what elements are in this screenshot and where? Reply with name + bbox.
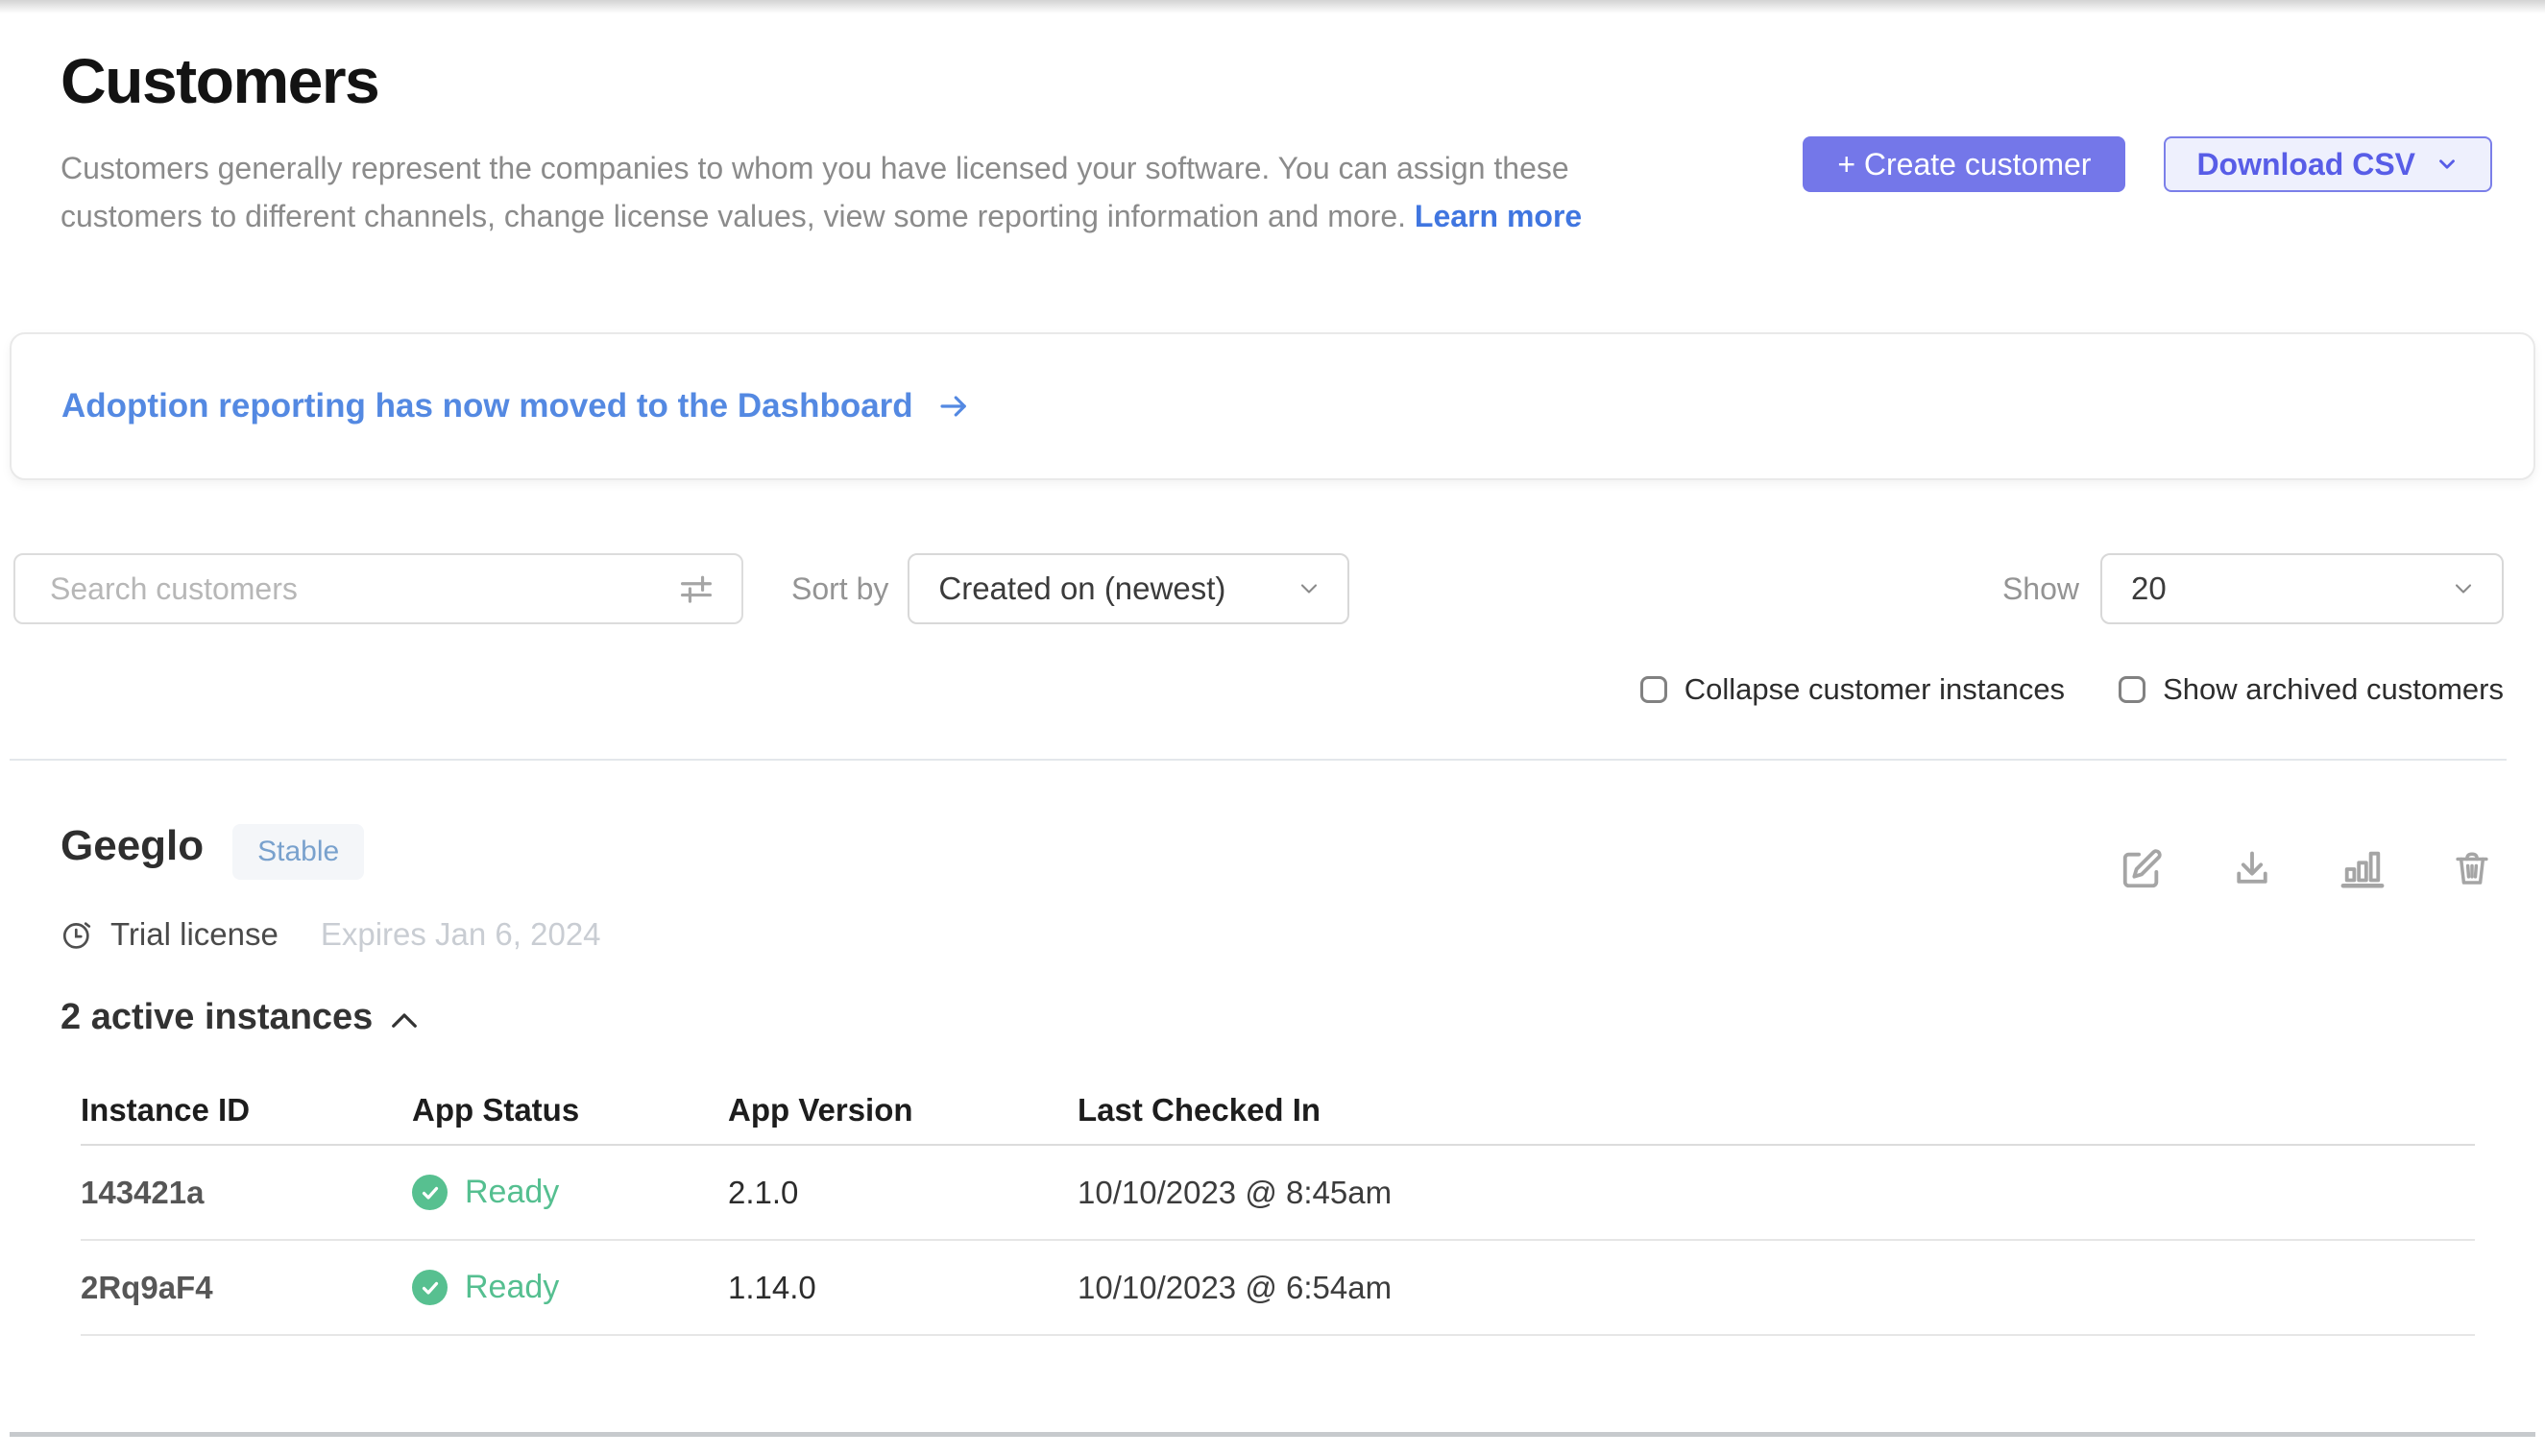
app-version-cell: 1.14.0 — [728, 1270, 1078, 1306]
table-row: 2Rq9aF4 Ready 1.14.0 10/10/2023 @ 6:54am — [81, 1241, 2475, 1336]
filter-toolbar: Sort by Created on (newest) Show 20 — [13, 553, 2504, 624]
instance-id-cell: 143421a — [81, 1175, 412, 1211]
download-csv-label: Download CSV — [2196, 147, 2415, 182]
customer-header: Geeglo Stable — [61, 822, 2492, 891]
download-icon — [2231, 879, 2273, 893]
license-expiry: Expires Jan 6, 2024 — [321, 916, 601, 953]
sort-select[interactable]: Created on (newest) — [908, 553, 1349, 624]
arrow-right-icon — [936, 389, 971, 424]
collapse-instances-checkbox[interactable] — [1640, 676, 1667, 703]
customers-page: Customers Customers generally represent … — [0, 0, 2545, 1456]
license-row: Trial license Expires Jan 6, 2024 — [61, 916, 2492, 953]
download-csv-button[interactable]: Download CSV — [2164, 136, 2492, 192]
create-customer-button[interactable]: + Create customer — [1803, 136, 2125, 192]
check-circle-icon — [412, 1270, 448, 1305]
adoption-banner: Adoption reporting has now moved to the … — [10, 332, 2535, 480]
customer-name: Geeglo — [61, 822, 204, 870]
app-status-text: Ready — [465, 1269, 559, 1306]
show-archived-label: Show archived customers — [2163, 672, 2504, 707]
chevron-up-icon — [390, 1007, 419, 1030]
collapse-instances-label: Collapse customer instances — [1685, 672, 2065, 707]
search-box — [13, 553, 743, 624]
header-actions: + Create customer Download CSV — [1803, 136, 2492, 240]
collapse-instances-option[interactable]: Collapse customer instances — [1640, 672, 2065, 707]
page-description-text: Customers generally represent the compan… — [61, 151, 1569, 233]
instances-toggle[interactable]: 2 active instances — [61, 997, 419, 1038]
sort-by-label: Sort by — [791, 571, 888, 607]
table-header-row: Instance ID App Status App Version Last … — [81, 1077, 2475, 1146]
app-status-text: Ready — [465, 1174, 559, 1211]
reporting-button[interactable] — [2340, 847, 2385, 891]
page-title: Customers — [61, 44, 1674, 117]
col-header-app-version: App Version — [728, 1092, 1078, 1128]
search-input[interactable] — [50, 571, 676, 607]
sort-select-value: Created on (newest) — [938, 570, 1225, 607]
edit-customer-button[interactable] — [2120, 847, 2164, 891]
header-text-block: Customers Customers generally represent … — [61, 44, 1674, 240]
app-status-cell: Ready — [412, 1269, 728, 1306]
show-archived-option[interactable]: Show archived customers — [2119, 672, 2504, 707]
chevron-down-icon — [2435, 152, 2460, 177]
instances-table: Instance ID App Status App Version Last … — [81, 1077, 2475, 1336]
trial-clock-icon — [61, 918, 110, 951]
adoption-banner-link[interactable]: Adoption reporting has now moved to the … — [61, 387, 971, 425]
show-count-select[interactable]: 20 — [2100, 553, 2504, 624]
customer-actions — [2120, 847, 2492, 891]
check-circle-icon — [412, 1175, 448, 1210]
bar-chart-icon — [2340, 880, 2385, 894]
chevron-down-icon — [1296, 575, 1322, 602]
download-license-button[interactable] — [2231, 848, 2273, 890]
col-header-app-status: App Status — [412, 1092, 728, 1128]
page-header: Customers Customers generally represent … — [0, 0, 2545, 240]
last-checked-in-cell: 10/10/2023 @ 8:45am — [1078, 1175, 2475, 1211]
instances-summary: 2 active instances — [61, 997, 373, 1038]
chevron-down-icon — [2450, 575, 2477, 602]
delete-customer-button[interactable] — [2452, 849, 2492, 889]
app-status-cell: Ready — [412, 1174, 728, 1211]
edit-icon — [2120, 880, 2164, 894]
app-version-cell: 2.1.0 — [728, 1175, 1078, 1211]
trash-icon — [2452, 878, 2492, 892]
learn-more-link[interactable]: Learn more — [1415, 199, 1582, 233]
last-checked-in-cell: 10/10/2023 @ 6:54am — [1078, 1270, 2475, 1306]
channel-badge: Stable — [232, 824, 364, 880]
show-label: Show — [2002, 571, 2079, 607]
show-count-value: 20 — [2131, 570, 2167, 607]
bottom-section-divider — [10, 1432, 2535, 1437]
table-row: 143421a Ready 2.1.0 10/10/2023 @ 8:45am — [81, 1146, 2475, 1241]
col-header-last-checked-in: Last Checked In — [1078, 1092, 2475, 1128]
show-archived-checkbox[interactable] — [2119, 676, 2145, 703]
adoption-banner-text: Adoption reporting has now moved to the … — [61, 387, 913, 425]
filter-sliders-icon[interactable] — [676, 569, 716, 609]
page-description: Customers generally represent the compan… — [61, 144, 1674, 240]
instance-id-cell: 2Rq9aF4 — [81, 1270, 412, 1306]
display-options-row: Collapse customer instances Show archive… — [0, 672, 2504, 707]
col-header-instance-id: Instance ID — [81, 1092, 412, 1128]
license-type: Trial license — [110, 916, 279, 953]
customer-card: Geeglo Stable — [0, 761, 2545, 1336]
